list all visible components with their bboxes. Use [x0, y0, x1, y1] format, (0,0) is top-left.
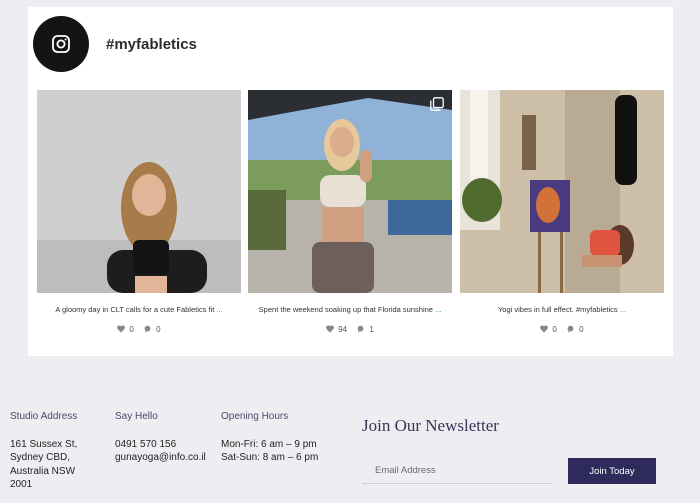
post-stats: 0 0: [37, 325, 241, 334]
studio-address-heading: Studio Address: [10, 411, 78, 422]
post-caption: A gloomy day in CLT calls for a cute Fab…: [55, 305, 223, 314]
comments-count: 1: [369, 325, 374, 334]
post-photo[interactable]: [460, 90, 664, 293]
likes-count: 0: [129, 325, 134, 334]
heart-icon: [117, 325, 126, 333]
instagram-post[interactable]: Yogi vibes in full effect. #myfabletics …: [460, 90, 664, 334]
post-stats: 94 1: [248, 325, 452, 334]
read-more-link[interactable]: ...: [620, 305, 626, 314]
comment-icon: [144, 325, 151, 333]
email-address[interactable]: gunayoga@info.co.il: [115, 451, 206, 465]
post-photo[interactable]: [248, 90, 452, 293]
hours-line: Mon-Fri: 6 am – 9 pm: [221, 438, 317, 450]
heart-icon: [326, 325, 335, 333]
hours-line: Sat-Sun: 8 am – 6 pm: [221, 452, 319, 463]
comments-count: 0: [156, 325, 161, 334]
post-stats: 0 0: [460, 325, 664, 334]
say-hello-heading: Say Hello: [115, 411, 158, 422]
newsletter-title: Join Our Newsletter: [362, 416, 499, 435]
address-line: 161 Sussex St,: [10, 438, 78, 450]
opening-hours-heading: Opening Hours: [221, 411, 289, 422]
comment-icon: [567, 325, 574, 333]
post-caption: Spent the weekend soaking up that Florid…: [258, 305, 442, 314]
likes-count: 0: [552, 325, 557, 334]
instagram-handle[interactable]: #myfabletics: [106, 36, 197, 53]
instagram-post[interactable]: A gloomy day in CLT calls for a cute Fab…: [37, 90, 241, 334]
join-today-button[interactable]: Join Today: [568, 458, 656, 484]
instagram-post[interactable]: Spent the weekend soaking up that Florid…: [248, 90, 452, 334]
opening-hours: Opening Hours Mon-Fri: 6 am – 9 pm Sat-S…: [221, 410, 318, 465]
email-input[interactable]: Email Address: [362, 458, 552, 484]
post-caption: Yogi vibes in full effect. #myfabletics …: [497, 305, 626, 314]
address-line: Australia NSW: [10, 465, 76, 477]
likes-count: 94: [338, 325, 348, 334]
address-line: 2001: [10, 479, 33, 490]
heart-icon: [540, 325, 549, 333]
comment-icon: [357, 325, 364, 333]
read-more-link[interactable]: ...: [435, 305, 441, 314]
post-photo[interactable]: [37, 90, 241, 293]
instagram-feed: #myfabletics A gloomy day in CLT calls f…: [28, 7, 673, 356]
studio-address: Studio Address 161 Sussex St, Sydney CBD…: [10, 410, 77, 492]
address-line: Sydney CBD,: [10, 452, 71, 463]
instagram-icon: [52, 35, 70, 53]
phone-number[interactable]: 0491 570 156: [115, 438, 206, 452]
comments-count: 0: [579, 325, 584, 334]
instagram-avatar[interactable]: [33, 16, 89, 72]
say-hello: Say Hello 0491 570 156 gunayoga@info.co.…: [115, 410, 206, 465]
carousel-icon: [430, 97, 444, 111]
read-more-link[interactable]: ...: [216, 305, 222, 314]
